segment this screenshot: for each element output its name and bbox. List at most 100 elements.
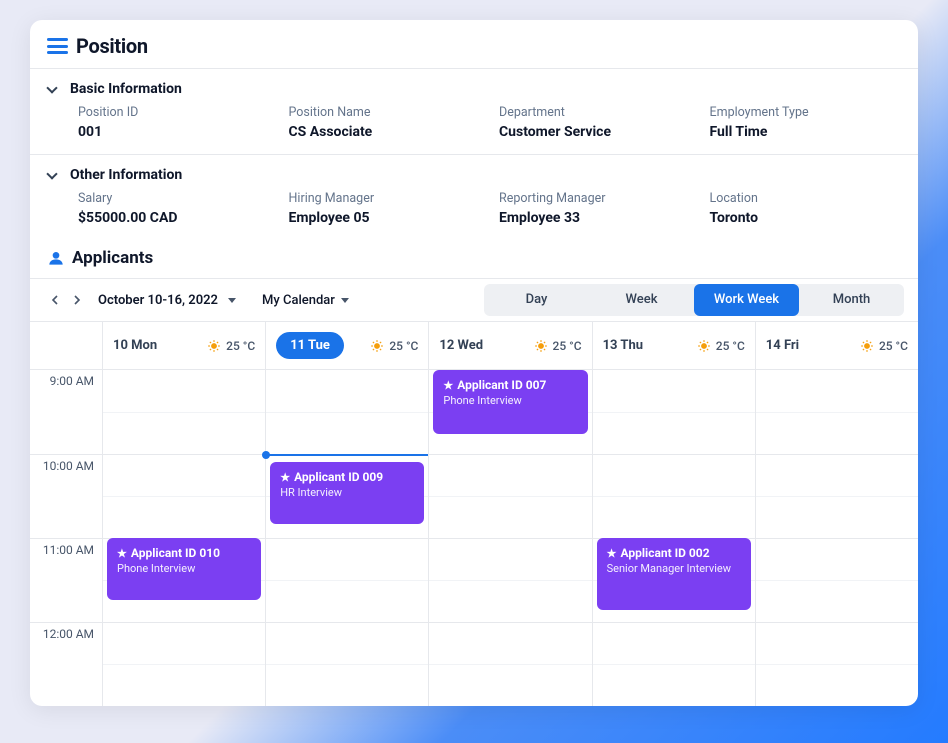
card-header: Position — [30, 20, 918, 69]
view-week[interactable]: Week — [589, 284, 694, 316]
star-icon: ★ — [443, 379, 453, 392]
day-temp: 25 °C — [860, 339, 908, 353]
day-header[interactable]: 10 Mon 25 °C — [102, 322, 265, 369]
field: Location Toronto — [710, 191, 901, 226]
chevron-down-icon[interactable] — [228, 298, 236, 303]
basic-info-grid: Position ID 001 Position Name CS Associa… — [30, 105, 918, 155]
time-gutter-head — [30, 322, 102, 369]
star-icon: ★ — [607, 547, 617, 560]
sun-icon — [697, 339, 711, 353]
calendar-header-row: 10 Mon25 °C11 Tue25 °C12 Wed25 °C13 Thu2… — [30, 322, 918, 370]
day-column[interactable]: ★Applicant ID 002 Senior Manager Intervie… — [592, 370, 755, 706]
position-card: Position Basic Information Position ID 0… — [30, 20, 918, 706]
calendar-event[interactable]: ★Applicant ID 002 Senior Manager Intervie… — [597, 538, 751, 610]
day-column[interactable]: ★ Applicant ID 009 HR Interview — [265, 370, 428, 706]
calendar-picker[interactable]: My Calendar — [262, 293, 349, 308]
field-label: Hiring Manager — [289, 191, 480, 206]
day-header[interactable]: 12 Wed25 °C — [428, 322, 591, 369]
field: Hiring Manager Employee 05 — [289, 191, 480, 226]
field-label: Employment Type — [710, 105, 901, 120]
applicants-title: Applicants — [72, 248, 153, 268]
next-button[interactable] — [66, 289, 88, 311]
field-value: Toronto — [710, 210, 901, 226]
field: Position ID 001 — [78, 105, 269, 140]
day-label: 14 Fri — [766, 338, 799, 353]
calendar-event[interactable]: ★ Applicant ID 009 HR Interview — [270, 462, 424, 524]
sun-icon — [370, 339, 384, 353]
field: Employment Type Full Time — [710, 105, 901, 140]
applicants-heading: Applicants — [30, 240, 918, 278]
event-title: Applicant ID 010 — [131, 546, 220, 560]
field-value: $55000.00 CAD — [78, 210, 269, 226]
calendar-name: My Calendar — [262, 293, 335, 308]
page-title: Position — [76, 34, 148, 58]
star-icon: ★ — [280, 471, 290, 484]
star-icon: ★ — [117, 547, 127, 560]
day-header[interactable]: 13 Thu 25 °C — [592, 322, 755, 369]
time-slot: 9:00 AM — [30, 370, 102, 454]
section-heading: Basic Information — [70, 81, 182, 97]
view-work-week[interactable]: Work Week — [694, 284, 799, 316]
field: Department Customer Service — [499, 105, 690, 140]
day-temp: 25 °C — [697, 339, 745, 353]
field-label: Position Name — [289, 105, 480, 120]
field: Position Name CS Associate — [289, 105, 480, 140]
chevron-down-icon — [46, 168, 57, 179]
event-title: Applicant ID 009 — [294, 470, 383, 484]
day-column[interactable]: ★ Applicant ID 007 Phone Interview — [428, 370, 591, 706]
field-label: Position ID — [78, 105, 269, 120]
field-label: Salary — [78, 191, 269, 206]
time-slot: 12:00 AM — [30, 622, 102, 706]
event-subtitle: Phone Interview — [117, 562, 251, 575]
section-heading: Other Information — [70, 167, 182, 183]
field: Salary $55000.00 CAD — [78, 191, 269, 226]
day-column[interactable] — [755, 370, 918, 706]
field-value: 001 — [78, 124, 269, 140]
event-title: Applicant ID 007 — [457, 378, 546, 392]
sun-icon — [207, 339, 221, 353]
calendar-toolbar: October 10-16, 2022 My Calendar Day Week… — [30, 278, 918, 322]
sun-icon — [534, 339, 548, 353]
time-slot: 11:00 AM — [30, 538, 102, 622]
event-subtitle: Senior Manager Interview — [607, 562, 741, 575]
date-range[interactable]: October 10-16, 2022 — [98, 293, 218, 308]
list-icon — [48, 38, 68, 54]
chevron-down-icon — [341, 298, 349, 303]
field: Reporting Manager Employee 33 — [499, 191, 690, 226]
section-other-info[interactable]: Other Information — [30, 155, 918, 191]
calendar-event[interactable]: ★ Applicant ID 007 Phone Interview — [433, 370, 587, 434]
view-day[interactable]: Day — [484, 284, 589, 316]
field-label: Reporting Manager — [499, 191, 690, 206]
day-header[interactable]: 14 Fri 25 °C — [755, 322, 918, 369]
day-column[interactable]: ★ Applicant ID 010 Phone Interview — [102, 370, 265, 706]
field-value: Customer Service — [499, 124, 690, 140]
event-subtitle: Phone Interview — [443, 394, 577, 407]
time-slot: 10:00 AM — [30, 454, 102, 538]
person-icon — [48, 250, 64, 266]
current-time-indicator — [266, 454, 428, 456]
day-temp: 25 °C — [534, 339, 582, 353]
sun-icon — [860, 339, 874, 353]
prev-button[interactable] — [44, 289, 66, 311]
day-temp: 25 °C — [370, 339, 418, 353]
time-column: 9:00 AM10:00 AM11:00 AM12:00 AM — [30, 370, 102, 706]
field-value: CS Associate — [289, 124, 480, 140]
day-label: 11 Tue — [276, 332, 344, 359]
day-header[interactable]: 11 Tue 25 °C — [265, 322, 428, 369]
section-basic-info[interactable]: Basic Information — [30, 69, 918, 105]
field-label: Department — [499, 105, 690, 120]
chevron-down-icon — [46, 82, 57, 93]
view-month[interactable]: Month — [799, 284, 904, 316]
event-title: Applicant ID 002 — [620, 546, 709, 560]
calendar-event[interactable]: ★ Applicant ID 010 Phone Interview — [107, 538, 261, 600]
event-subtitle: HR Interview — [280, 486, 414, 499]
day-label: 10 Mon — [113, 338, 157, 353]
field-value: Employee 05 — [289, 210, 480, 226]
calendar-body: 9:00 AM10:00 AM11:00 AM12:00 AM ★Applica… — [30, 370, 918, 706]
view-switcher: Day Week Work Week Month — [484, 284, 904, 316]
field-label: Location — [710, 191, 901, 206]
other-info-grid: Salary $55000.00 CAD Hiring Manager Empl… — [30, 191, 918, 240]
day-temp: 25 °C — [207, 339, 255, 353]
field-value: Full Time — [710, 124, 901, 140]
day-label: 13 Thu — [603, 338, 643, 353]
